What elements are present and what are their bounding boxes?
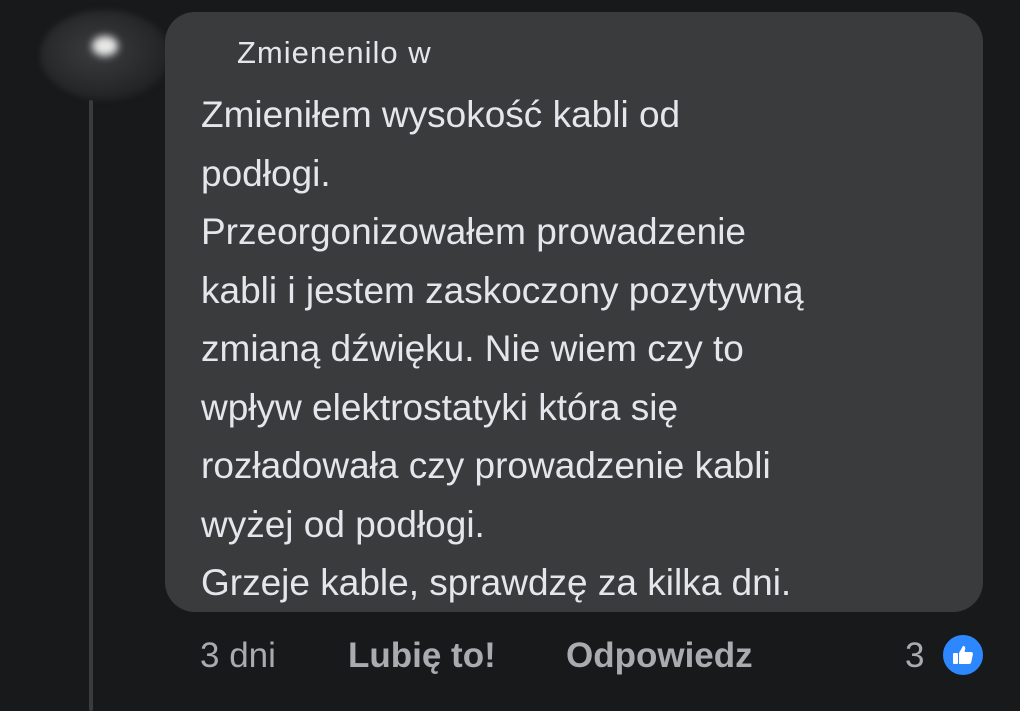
comment-line: wpływ elektrostatyki która się	[201, 386, 679, 428]
comment-line: Grzeje kable, sprawdzę za kilka dni.	[201, 562, 792, 603]
comment-line: podłogi.	[201, 152, 331, 194]
comment-text: Zmieniłem wysokość kabli od podłogi. Prz…	[201, 86, 959, 613]
comment-line: kabli i jestem zaskoczony pozytywną	[201, 269, 804, 311]
avatar-highlight	[92, 36, 118, 56]
comment-line: wyżej od podłogi.	[201, 503, 485, 545]
comment-line: Przeorgonizowałem prowadzenie	[201, 211, 747, 252]
reply-button[interactable]: Odpowiedz	[566, 630, 753, 682]
reaction-count[interactable]: 3	[905, 630, 924, 682]
comment-bubble: Zmienenilo w Zmieniłem wysokość kabli od…	[165, 12, 983, 612]
comment-timestamp[interactable]: 3 dni	[200, 630, 276, 682]
thumbs-up-glyph	[953, 646, 973, 664]
comment-line: rozładowała czy prowadzenie kabli	[201, 445, 771, 486]
comment-line: zmianą dźwięku. Nie wiem czy to	[201, 328, 744, 369]
comment-author[interactable]: Zmienenilo w	[237, 24, 959, 86]
comment-line: Zmieniłem wysokość kabli od	[201, 94, 681, 135]
thread-line	[89, 100, 93, 711]
comment-actions: 3 dni Lubię to! Odpowiedz 3	[0, 630, 1020, 682]
comment-thread: Zmienenilo w Zmieniłem wysokość kabli od…	[0, 0, 1020, 711]
thumbs-up-icon[interactable]	[940, 632, 986, 678]
like-button[interactable]: Lubię to!	[348, 630, 496, 682]
